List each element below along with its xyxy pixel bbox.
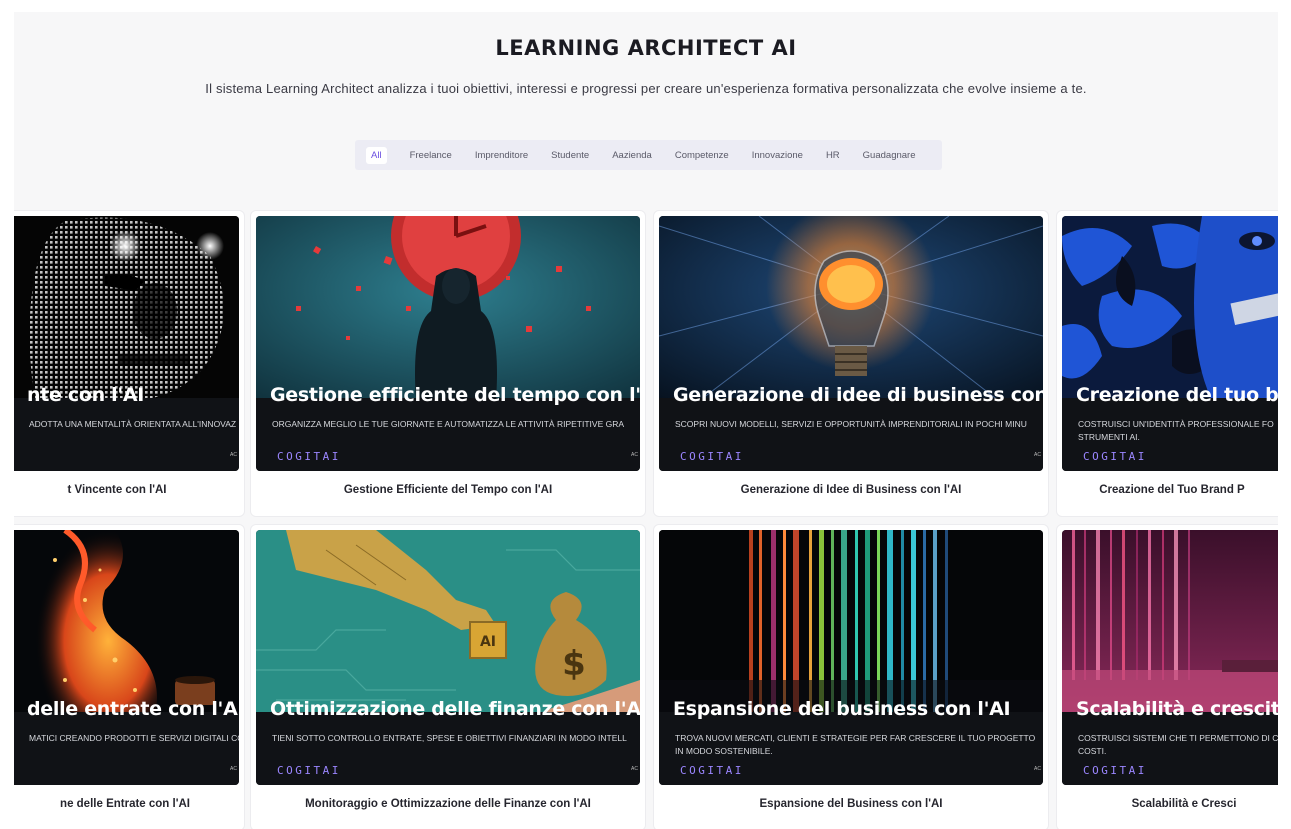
- thumbnail-description: ADOTTA UNA MENTALITÀ ORIENTATA ALL'INNOV…: [29, 419, 237, 429]
- thumbnail-headline: Espansione del business con l'AI: [673, 698, 1011, 720]
- course-card[interactable]: delle entrate con l'AI MATICI CREANDO PR…: [14, 524, 245, 829]
- course-card[interactable]: Creazione del tuo br COSTRUISCI UN'IDENT…: [1056, 210, 1278, 517]
- thumbnail-headline: Gestione efficiente del tempo con l'A: [270, 384, 640, 406]
- course-title: Espansione del Business con l'AI: [759, 798, 943, 810]
- thumbnail-headline: Ottimizzazione delle finanze con l'AI: [270, 698, 640, 720]
- light-stripes-image: [659, 530, 1043, 715]
- course-thumbnail: Scalabilità e crescita COSTRUISCI SISTEM…: [1062, 530, 1278, 785]
- pink-stripes-image: [1062, 530, 1278, 715]
- blue-face-image: [1062, 216, 1278, 401]
- cogitai-logo: COGITAI: [277, 450, 341, 463]
- thumbnail-description: ORGANIZZA MEGLIO LE TUE GIORNATE E AUTOM…: [272, 419, 625, 429]
- thumbnail-description: SCOPRI NUOVI MODELLI, SERVIZI E OPPORTUN…: [675, 419, 1027, 429]
- thumbnail-corner-mark: AC: [1034, 766, 1041, 772]
- thumbnail-headline: Generazione di idee di business con l: [673, 384, 1043, 406]
- brain-lightbulb-image: [659, 216, 1043, 401]
- course-title: t Vincente con l'AI: [67, 484, 167, 496]
- thumbnail-description: TROVA NUOVI MERCATI, CLIENTI E STRATEGIE…: [675, 733, 1036, 756]
- thumbnail-description: COSTRUISCI SISTEMI CHE TI PERMETTONO DI …: [1078, 733, 1278, 756]
- robot-hand-money-image: AI $: [256, 530, 640, 715]
- course-card[interactable]: Gestione efficiente del tempo con l'A OR…: [250, 210, 646, 517]
- course-thumbnail: Generazione di idee di business con l SC…: [659, 216, 1043, 471]
- course-thumbnail: Gestione efficiente del tempo con l'A OR…: [256, 216, 640, 471]
- course-title: ne delle Entrate con l'AI: [60, 798, 190, 810]
- course-title: Gestione Efficiente del Tempo con l'AI: [343, 484, 553, 496]
- thumbnail-headline: delle entrate con l'AI: [27, 698, 239, 720]
- course-thumbnail: Creazione del tuo br COSTRUISCI UN'IDENT…: [1062, 216, 1278, 471]
- page-container: LEARNING ARCHITECT AI Il sistema Learnin…: [14, 12, 1278, 829]
- course-card[interactable]: Generazione di idee di business con l SC…: [653, 210, 1049, 517]
- cogitai-logo: COGITAI: [1083, 764, 1147, 777]
- hooded-figure-clock-image: [256, 216, 640, 401]
- thumbnail-corner-mark: AC: [230, 766, 237, 772]
- course-title: Generazione di Idee di Business con l'AI: [740, 484, 962, 496]
- course-title: Monitoraggio e Ottimizzazione delle Fina…: [305, 798, 591, 810]
- course-grid: nte con l'AI ADOTTA UNA MENTALITÀ ORIENT…: [14, 12, 1278, 829]
- course-thumbnail: delle entrate con l'AI MATICI CREANDO PR…: [14, 530, 239, 785]
- cogitai-logo: COGITAI: [1083, 450, 1147, 463]
- course-thumbnail: AI $ Ottimizzazione delle finanze con l'…: [256, 530, 640, 785]
- thumbnail-headline: Scalabilità e crescita: [1076, 698, 1278, 720]
- course-thumbnail: Espansione del business con l'AI TROVA N…: [659, 530, 1043, 785]
- course-title: Scalabilità e Cresci: [1131, 798, 1237, 810]
- thumbnail-band: [14, 398, 239, 471]
- thumbnail-description: MATICI CREANDO PRODOTTI E SERVIZI DIGITA…: [29, 733, 239, 743]
- course-thumbnail: nte con l'AI ADOTTA UNA MENTALITÀ ORIENT…: [14, 216, 239, 471]
- digital-face-image: [14, 216, 239, 401]
- course-card[interactable]: AI $ Ottimizzazione delle finanze con l'…: [250, 524, 646, 829]
- thumbnail-corner-mark: AC: [631, 452, 638, 458]
- thumbnail-description: TIENI SOTTO CONTROLLO ENTRATE, SPESE E O…: [272, 733, 627, 743]
- thumbnail-corner-mark: AC: [1034, 452, 1041, 458]
- thumbnail-headline: Creazione del tuo br: [1076, 384, 1278, 406]
- thumbnail-headline: nte con l'AI: [27, 384, 145, 406]
- course-card[interactable]: Scalabilità e crescita COSTRUISCI SISTEM…: [1056, 524, 1278, 829]
- cogitai-logo: COGITAI: [277, 764, 341, 777]
- thumbnail-band: [14, 712, 239, 785]
- svg-text:AI: AI: [480, 634, 496, 650]
- fire-figure-image: [14, 530, 239, 715]
- thumbnail-corner-mark: AC: [631, 766, 638, 772]
- cogitai-logo: COGITAI: [680, 450, 744, 463]
- course-card[interactable]: nte con l'AI ADOTTA UNA MENTALITÀ ORIENT…: [14, 210, 245, 517]
- course-title: Creazione del Tuo Brand P: [1099, 484, 1245, 496]
- cogitai-logo: COGITAI: [680, 764, 744, 777]
- thumbnail-corner-mark: AC: [230, 452, 237, 458]
- svg-text:$: $: [562, 644, 586, 684]
- thumbnail-description: COSTRUISCI UN'IDENTITÀ PROFESSIONALE FO …: [1078, 419, 1274, 442]
- course-card[interactable]: Espansione del business con l'AI TROVA N…: [653, 524, 1049, 829]
